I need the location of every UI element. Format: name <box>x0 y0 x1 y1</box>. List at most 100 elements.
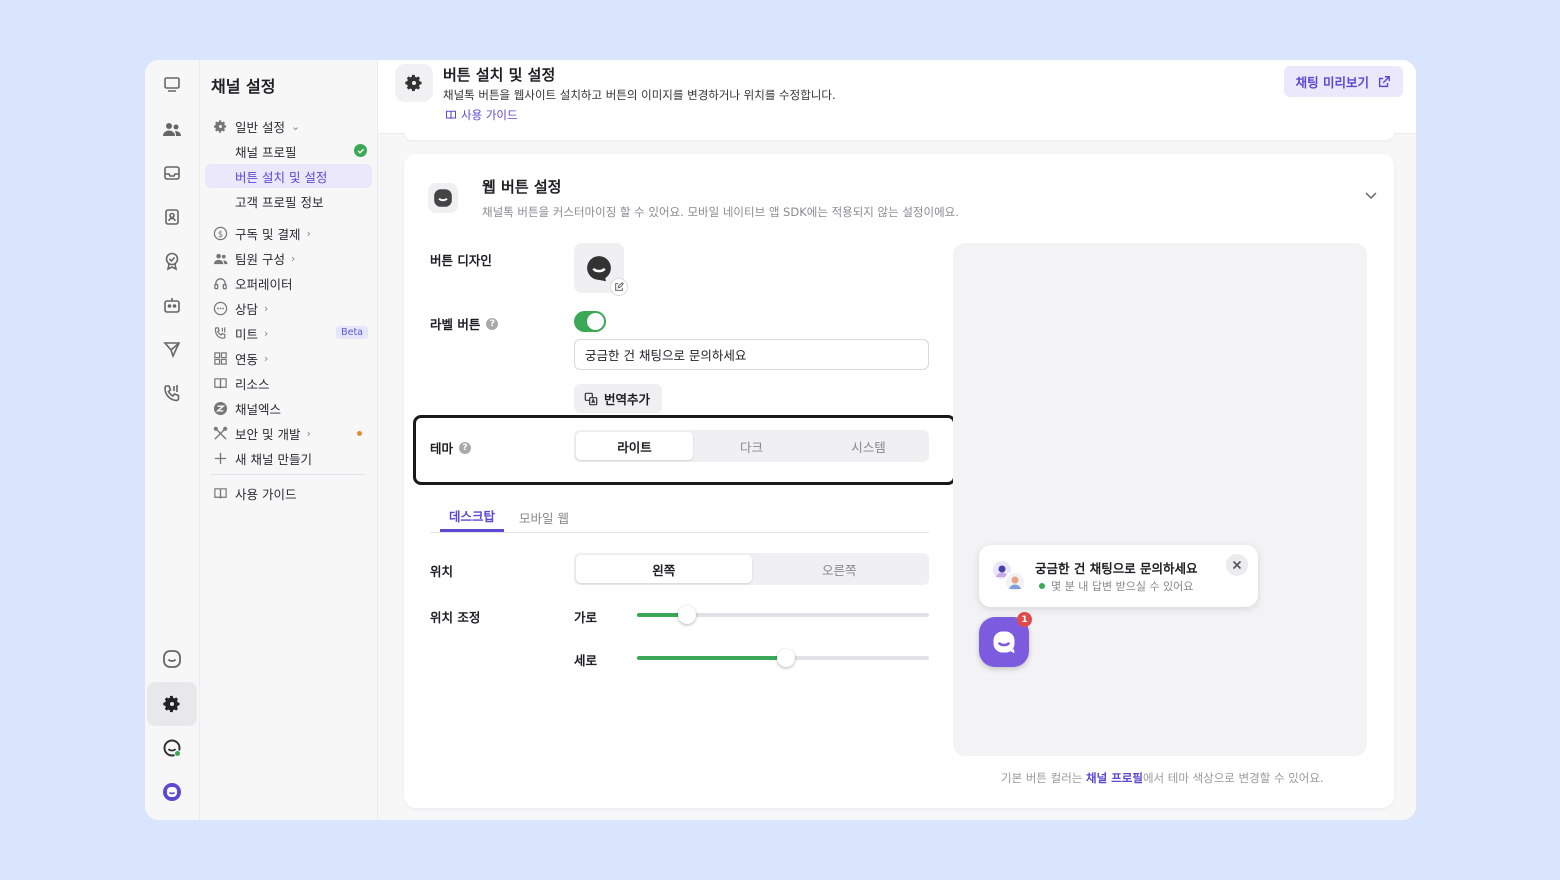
sidebar-item-customer-profile[interactable]: 고객 프로필 정보 <box>205 189 372 213</box>
sidebar-item-label: 채널엑스 <box>235 401 282 417</box>
label-button-toggle[interactable] <box>574 311 606 332</box>
sidebar-item-billing[interactable]: $ 구독 및 결제 › <box>205 221 372 245</box>
horizontal-slider[interactable] <box>637 606 929 624</box>
tab-desktop[interactable]: 데스크탑 <box>440 502 504 532</box>
monitor-icon[interactable] <box>158 71 186 99</box>
icon-rail <box>145 60 200 820</box>
chat-preview-label: 채팅 미리보기 <box>1295 75 1369 90</box>
sidebar-item-guide[interactable]: 사용 가이드 <box>205 481 372 505</box>
inbox-icon[interactable] <box>158 159 186 187</box>
chevron-right-icon: › <box>264 351 269 365</box>
tools-icon <box>211 424 229 442</box>
sidebar-item-label: 사용 가이드 <box>235 486 297 502</box>
chat-dots-icon <box>211 299 229 317</box>
sidebar-item-resources[interactable]: 리소스 <box>205 371 372 395</box>
chat-preview-button[interactable]: 채팅 미리보기 <box>1283 66 1403 97</box>
chevron-down-icon: ⌄ <box>290 119 301 133</box>
chevron-right-icon: › <box>290 251 296 265</box>
book-icon <box>211 374 229 392</box>
sidebar-item-consult[interactable]: 상담 › <box>205 296 372 320</box>
sidebar-item-button-settings[interactable]: 버튼 설치 및 설정 <box>205 164 372 188</box>
notification-dot <box>357 431 362 436</box>
sidebar-item-team[interactable]: 팀원 구성 › <box>205 246 372 270</box>
chevron-right-icon: › <box>306 226 311 240</box>
vertical-slider-fill <box>637 656 786 660</box>
sidebar-item-general[interactable]: 일반 설정 ⌄ <box>205 114 372 138</box>
channel-button-icon <box>428 183 458 213</box>
guide-link[interactable]: 사용 가이드 <box>445 107 518 123</box>
button-preview-area: 궁금한 건 채팅으로 문의하세요 몇 분 내 답변 받으실 수 있어요 1 <box>953 243 1367 756</box>
app-window: 채널 설정 일반 설정 ⌄ 채널 프로필 버튼 설치 및 설정 고객 프로필 정… <box>145 60 1416 820</box>
sidebar-item-label: 새 채널 만들기 <box>235 451 312 467</box>
position-option-right[interactable]: 오른쪽 <box>752 555 928 583</box>
web-button-settings-card: 웹 버튼 설정 채널톡 버튼을 커스터마이징 할 수 있어요. 모바일 네이티브… <box>404 154 1394 808</box>
add-translation-label: 번역추가 <box>604 392 651 407</box>
phone-wave-icon[interactable] <box>158 379 186 407</box>
channel-button-preview-icon <box>587 256 611 282</box>
chat-launcher-button[interactable]: 1 <box>979 612 1032 667</box>
settings-sidebar: 채널 설정 일반 설정 ⌄ 채널 프로필 버튼 설치 및 설정 고객 프로필 정… <box>200 60 378 820</box>
contact-card-icon[interactable] <box>158 203 186 231</box>
sidebar-divider <box>211 474 366 475</box>
page-title: 버튼 설치 및 설정 <box>443 66 556 84</box>
unread-count-badge: 1 <box>1017 612 1032 627</box>
footnote: 기본 버튼 컬러는 채널 프로필에서 테마 색상으로 변경할 수 있어요. <box>1001 770 1324 786</box>
badge-check-icon[interactable] <box>158 247 186 275</box>
previous-card-edge <box>404 132 1394 140</box>
label-button-row-label: 라벨 버튼 ? <box>430 314 499 333</box>
sidebar-item-label: 구독 및 결제 <box>235 226 301 242</box>
channel-logo-icon[interactable] <box>158 778 186 806</box>
sidebar-item-label: 상담 <box>235 301 259 317</box>
channel-profile-link[interactable]: 채널 프로필 <box>1086 771 1143 785</box>
grid-icon <box>211 349 229 367</box>
chevron-down-icon[interactable] <box>1364 188 1378 202</box>
edit-icon[interactable] <box>610 278 628 296</box>
sidebar-item-label: 고객 프로필 정보 <box>235 194 324 210</box>
bubble-subtitle: 몇 분 내 답변 받으실 수 있어요 <box>1039 578 1193 594</box>
dollar-icon: $ <box>211 224 229 242</box>
page-header: 버튼 설치 및 설정 채널톡 버튼을 웹사이트 설치하고 버튼의 이미지를 변경… <box>378 60 1416 134</box>
horizontal-label: 가로 <box>574 610 598 625</box>
sidebar-item-label: 일반 설정 <box>235 119 285 135</box>
horizontal-slider-handle[interactable] <box>677 606 696 624</box>
settings-gear-icon[interactable] <box>158 690 186 718</box>
sidebar-item-new-channel[interactable]: 새 채널 만들기 <box>205 446 372 470</box>
close-icon[interactable] <box>1226 554 1248 576</box>
vertical-label: 세로 <box>574 653 598 668</box>
label-text-input[interactable]: 궁금한 건 채팅으로 문의하세요 <box>574 339 929 370</box>
gear-icon <box>211 117 229 135</box>
gear-icon <box>395 64 433 102</box>
card-description: 채널톡 버튼을 커스터마이징 할 수 있어요. 모바일 네이티브 앱 SDK에는… <box>482 205 959 219</box>
online-status-dot <box>1039 583 1045 589</box>
position-option-left[interactable]: 왼쪽 <box>576 555 752 583</box>
sidebar-item-security[interactable]: 보안 및 개발 › <box>205 421 372 445</box>
position-segmented-control: 왼쪽 오른쪽 <box>574 553 929 585</box>
button-design-picker[interactable] <box>574 243 628 296</box>
sidebar-item-label: 연동 <box>235 351 259 367</box>
status-avatar-icon[interactable] <box>158 734 186 762</box>
footnote-suffix: 에서 테마 색상으로 변경할 수 있어요. <box>1142 771 1324 785</box>
add-translation-button[interactable]: 번역추가 <box>574 384 663 413</box>
sidebar-item-operator[interactable]: 오퍼레이터 <box>205 271 372 295</box>
sidebar-item-meet[interactable]: 미트 › Beta <box>205 321 372 345</box>
team-icon <box>211 249 229 267</box>
help-icon[interactable]: ? <box>486 317 499 330</box>
people-icon[interactable] <box>158 115 186 143</box>
sidebar-title: 채널 설정 <box>211 77 276 96</box>
beta-badge: Beta <box>336 326 368 339</box>
sidebar-item-channelx[interactable]: 채널엑스 <box>205 396 372 420</box>
tab-mobile-web[interactable]: 모바일 웹 <box>512 502 576 532</box>
channel-talk-icon <box>993 631 1015 654</box>
sidebar-item-integrations[interactable]: 연동 › <box>205 346 372 370</box>
button-design-label: 버튼 디자인 <box>430 250 492 269</box>
vertical-slider[interactable] <box>637 649 929 667</box>
sidebar-item-label: 팀원 구성 <box>235 251 285 267</box>
chevron-right-icon: › <box>306 426 311 440</box>
position-adjust-label: 위치 조정 <box>430 607 480 626</box>
device-tabs: 데스크탑 모바일 웹 <box>430 502 929 533</box>
bot-icon[interactable] <box>158 291 186 319</box>
channel-talk-icon[interactable] <box>158 645 186 673</box>
vertical-slider-handle[interactable] <box>776 649 795 667</box>
sidebar-item-channel-profile[interactable]: 채널 프로필 <box>205 139 372 163</box>
send-icon[interactable] <box>158 335 186 363</box>
